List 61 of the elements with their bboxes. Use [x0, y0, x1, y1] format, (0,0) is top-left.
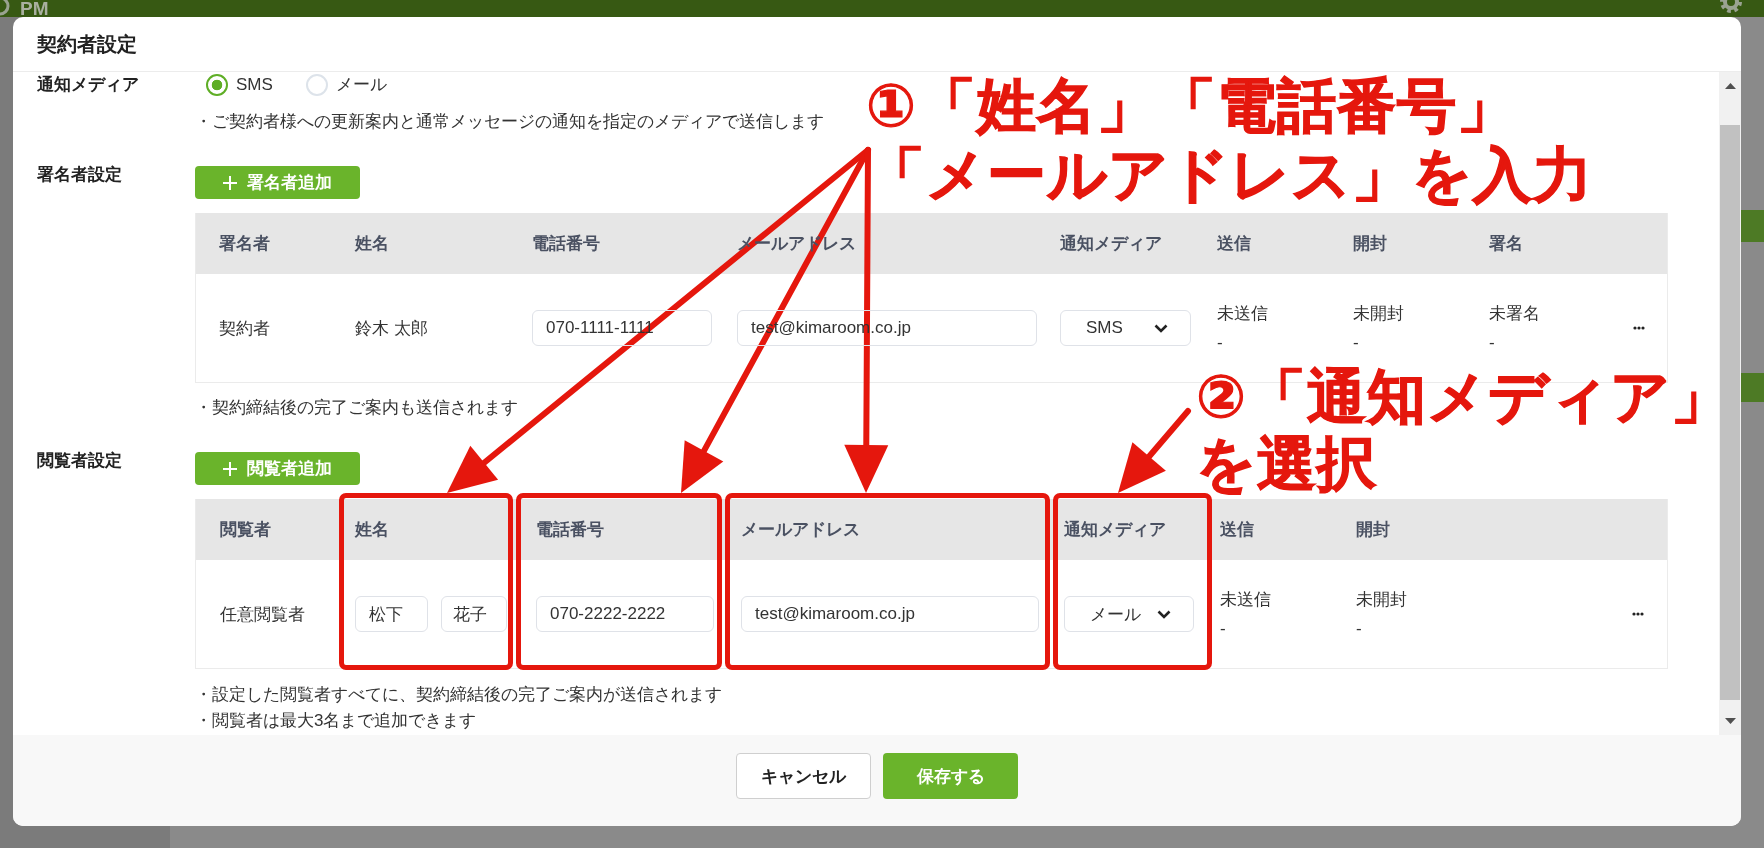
section-label: 通知メディア: [37, 74, 140, 96]
name-field[interactable]: 花子: [441, 596, 507, 632]
status-text: 未開封: [1353, 303, 1404, 325]
table-cell-text: 任意閲覧者: [220, 603, 305, 626]
column-header: 開封: [1353, 233, 1388, 255]
plus-icon: [223, 461, 237, 476]
dialog-title: 契約者設定: [37, 32, 137, 56]
column-header: 姓名: [355, 233, 390, 255]
column-header: 電話番号: [535, 519, 605, 541]
more-icon[interactable]: [1633, 326, 1645, 330]
note-text: ・閲覧者は最大3名まで追加できます: [195, 710, 478, 732]
column-header: 送信: [1217, 233, 1252, 255]
chevron-down-icon: [1157, 609, 1171, 619]
table-cell-text: 鈴木 太郎: [355, 317, 428, 340]
name-field[interactable]: 松下: [355, 596, 428, 632]
status-detail: -: [1220, 618, 1226, 640]
plus-icon: [223, 175, 237, 190]
settings-icon: [1719, 0, 1743, 14]
column-header: 署名: [1489, 233, 1524, 255]
column-header: 閲覧者: [219, 519, 272, 541]
logo-text: PM: [20, 0, 49, 17]
more-icon[interactable]: [1632, 612, 1644, 616]
column-header: 送信: [1219, 519, 1255, 541]
status-detail: -: [1489, 332, 1495, 354]
note-text: ・契約締結後の完了ご案内も送信されます: [195, 397, 518, 419]
status-detail: -: [1353, 332, 1359, 354]
media-select[interactable]: メール: [1064, 596, 1194, 632]
column-header: メールアドレス: [740, 519, 861, 541]
status-detail: -: [1217, 332, 1223, 354]
table-cell-text: 契約者: [219, 317, 270, 340]
logo-icon: [0, 0, 10, 17]
phone-field[interactable]: 070-2222-2222: [536, 596, 714, 632]
scrollbar-thumb[interactable]: [1720, 125, 1740, 700]
chevron-down-icon: [1154, 323, 1168, 333]
media-select[interactable]: SMS: [1060, 310, 1191, 346]
note-text: ・設定した閲覧者すべてに、契約締結後の完了ご案内が送信されます: [195, 684, 722, 706]
status-text: 未送信: [1217, 303, 1268, 325]
status-text: 未署名: [1489, 303, 1540, 325]
scrollbar[interactable]: [1719, 72, 1741, 735]
email-field[interactable]: test@kimaroom.co.jp: [741, 596, 1039, 632]
radio-option[interactable]: メール: [305, 74, 387, 96]
section-label: 署名者設定: [37, 166, 123, 183]
note-text: ・ご契約者様への更新案内と通常メッセージの通知を指定のメディアで送信します: [195, 111, 824, 133]
background-tile: [1741, 373, 1764, 402]
column-header: 通知メディア: [1060, 233, 1163, 255]
status-detail: -: [1356, 618, 1362, 640]
column-header: 電話番号: [532, 233, 601, 255]
column-header: 署名者: [218, 233, 271, 255]
column-header: 開封: [1355, 519, 1391, 541]
scroll-down-icon[interactable]: [1724, 718, 1736, 724]
cancel-button[interactable]: キャンセル: [736, 753, 871, 799]
callout-text: ①「姓名」「電話番号」 「メールアドレス」を入力: [866, 72, 1593, 210]
section-label: 閲覧者設定: [37, 452, 123, 469]
column-header: 通知メディア: [1063, 519, 1167, 541]
callout-text: ②「通知メディア」 を選択: [1196, 364, 1731, 498]
column-header: 姓名: [353, 519, 390, 541]
background-tile: [1741, 210, 1764, 242]
status-text: 未開封: [1356, 589, 1407, 611]
status-text: 未送信: [1220, 589, 1271, 611]
scroll-up-icon[interactable]: [1724, 83, 1736, 89]
radio-option[interactable]: SMS: [206, 74, 273, 96]
